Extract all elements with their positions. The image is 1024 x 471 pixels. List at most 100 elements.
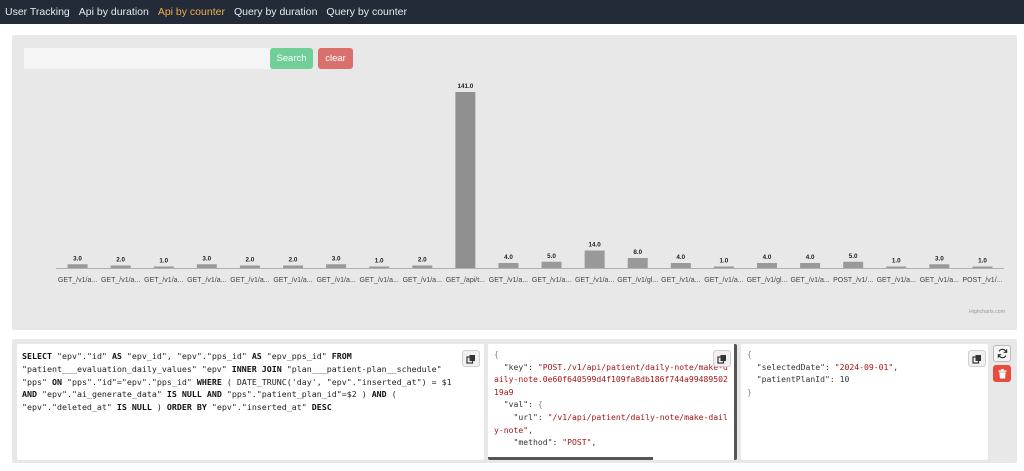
chart-bar[interactable] bbox=[757, 263, 777, 268]
sql-keyword: AS bbox=[111, 351, 122, 361]
delete-button[interactable] bbox=[993, 365, 1011, 382]
key-json-text: { "key": "POST./v1/api/patient/daily-not… bbox=[494, 349, 728, 448]
sql-keyword: SELECT bbox=[22, 351, 52, 361]
nav-api-by-counter[interactable]: Api by counter bbox=[158, 6, 225, 18]
sql-fragment: ( DATE_TRUNC('day', "epv"."inserted_at")… bbox=[221, 376, 452, 387]
patient-plan-id-value: 10 bbox=[839, 374, 850, 385]
copy-key-button[interactable] bbox=[713, 350, 731, 367]
chart-panel: Search clear 3.0 GET_/v1/a... 2.0 GET_/v1/a… bbox=[12, 35, 1017, 330]
bar-value-label: 4.0 bbox=[763, 254, 772, 261]
x-tick-label: GET_/v1/a... bbox=[273, 277, 312, 284]
x-tick-label: GET_/v1/a... bbox=[661, 277, 700, 284]
nav-api-by-duration[interactable]: Api by duration bbox=[79, 6, 149, 18]
x-tick-label: GET_/v1/a... bbox=[187, 277, 226, 284]
sql-fragment: "epv"."id" bbox=[51, 351, 112, 361]
sql-keyword: INNER JOIN bbox=[231, 363, 282, 374]
sql-keyword: AND bbox=[371, 389, 387, 400]
copy-params-button[interactable] bbox=[968, 350, 986, 367]
chart-bar[interactable] bbox=[455, 92, 476, 268]
chart-bar[interactable] bbox=[800, 263, 821, 268]
chart-bar[interactable] bbox=[283, 265, 303, 268]
params-json-box: { "selectedDate": "2024-09-01", "patient… bbox=[741, 344, 988, 460]
selected-date-value: "2024-09-01" bbox=[834, 361, 894, 372]
chart-bar[interactable] bbox=[110, 265, 131, 268]
chart-bar[interactable] bbox=[326, 264, 347, 268]
sql-fragment: "epv_pps_id" bbox=[261, 351, 332, 361]
chart-bar[interactable] bbox=[196, 264, 217, 268]
sql-box: SELECT "epv"."id" AS "epv_id", "epv"."pp… bbox=[17, 344, 484, 460]
x-tick-label: GET_/v1/gl... bbox=[747, 277, 788, 284]
x-tick-label: GET_/v1/a... bbox=[316, 277, 355, 284]
chart-bar[interactable] bbox=[412, 265, 433, 268]
copy-icon bbox=[466, 354, 475, 364]
x-tick-label: GET_/v1/a... bbox=[360, 277, 399, 284]
chart-bar[interactable] bbox=[713, 266, 734, 269]
chart-bar[interactable] bbox=[67, 264, 88, 268]
x-tick-label: GET_/v1/a... bbox=[790, 277, 829, 284]
bar-value-label: 1.0 bbox=[159, 258, 168, 265]
x-tick-label: GET_/v1/a... bbox=[575, 277, 614, 284]
chart-bar[interactable] bbox=[153, 266, 174, 269]
x-tick-label: GET_/v1/a... bbox=[230, 277, 269, 284]
x-tick-label: POST_/v1/... bbox=[962, 277, 1002, 284]
copy-sql-button[interactable] bbox=[462, 350, 480, 367]
chart-bar[interactable] bbox=[239, 265, 260, 268]
chart-bar[interactable] bbox=[843, 261, 864, 268]
bar-value-label: 14.0 bbox=[589, 242, 602, 249]
bar-value-label: 3.0 bbox=[935, 255, 944, 262]
trash-icon bbox=[997, 368, 1007, 378]
bar-chart: 3.0 GET_/v1/a... 2.0 GET_/v1/a... 1.0 GET_/v1… bbox=[56, 83, 1005, 315]
key-value: "POST./v1/api/patient/daily-note/make-da… bbox=[494, 361, 728, 397]
bar-value-label: 4.0 bbox=[504, 254, 513, 261]
bar-value-label: 8.0 bbox=[633, 249, 642, 256]
x-tick-label: GET_/api/t... bbox=[446, 277, 485, 284]
x-tick-label: GET_/v1/a... bbox=[532, 277, 571, 284]
chart-bar[interactable] bbox=[498, 263, 519, 268]
refresh-icon bbox=[997, 348, 1007, 359]
copy-icon bbox=[972, 354, 981, 364]
x-tick-label: GET_/v1/a... bbox=[877, 277, 916, 284]
nav-query-by-duration[interactable]: Query by duration bbox=[234, 6, 317, 18]
bar-value-label: 2.0 bbox=[116, 257, 125, 264]
chart-bar[interactable] bbox=[929, 264, 950, 268]
nav-user-tracking[interactable]: User Tracking bbox=[5, 6, 70, 18]
bar-value-label: 1.0 bbox=[892, 258, 901, 265]
chart-bar[interactable] bbox=[670, 263, 691, 268]
sql-fragment: "pps"."id"="epv"."pps_id" bbox=[61, 376, 197, 387]
sql-keyword: IS NULL bbox=[116, 402, 152, 413]
x-tick-label: GET_/v1/a... bbox=[403, 277, 442, 284]
sql-keyword: WHERE bbox=[196, 376, 222, 387]
bar-value-label: 3.0 bbox=[332, 255, 341, 262]
sql-fragment: ) bbox=[151, 402, 167, 413]
nav-query-by-counter[interactable]: Query by counter bbox=[326, 6, 407, 18]
refresh-button[interactable] bbox=[993, 345, 1011, 362]
chart-bar[interactable] bbox=[627, 258, 648, 268]
chart-bar[interactable] bbox=[886, 266, 907, 269]
chart-bar[interactable] bbox=[972, 266, 993, 269]
bar-value-label: 1.0 bbox=[978, 258, 987, 265]
chart-bar[interactable] bbox=[541, 261, 562, 268]
sql-fragment: "pps"."patient_plan_id"=$2 ) bbox=[221, 389, 372, 400]
sql-fragment: "epv_id", "epv"."pps_id" bbox=[121, 351, 252, 361]
sql-keyword: AND bbox=[22, 389, 37, 400]
copy-icon bbox=[717, 354, 726, 364]
top-nav: User Tracking Api by duration Api by cou… bbox=[0, 0, 1024, 24]
x-tick-label: GET_/v1/a... bbox=[101, 277, 140, 284]
sql-keyword: AS bbox=[251, 351, 262, 361]
chart-bar[interactable] bbox=[584, 250, 605, 268]
horizontal-scrollbar[interactable] bbox=[488, 457, 653, 460]
params-json-text: { "selectedDate": "2024-09-01", "patient… bbox=[747, 349, 899, 397]
sql-keyword: DESC bbox=[311, 402, 332, 413]
query-detail-panel: SELECT "epv"."id" AS "epv_id", "epv"."pp… bbox=[12, 339, 1017, 463]
chart-credit[interactable]: Highcharts.com bbox=[969, 309, 1005, 315]
x-tick-label: GET_/v1/a... bbox=[58, 277, 97, 284]
sql-fragment: "patient___evaluation_daily_values" "epv… bbox=[22, 363, 232, 374]
sql-keyword: FROM bbox=[331, 351, 352, 361]
chart-bar[interactable] bbox=[369, 266, 390, 269]
bar-value-label: 2.0 bbox=[246, 257, 255, 264]
sql-fragment: "epv"."ai_generate_data" bbox=[37, 389, 167, 400]
bar-value-label: 2.0 bbox=[289, 257, 298, 264]
bar-value-label: 1.0 bbox=[375, 258, 384, 265]
x-tick-label: GET_/v1/a... bbox=[144, 277, 183, 284]
sql-keyword: ON bbox=[51, 376, 62, 387]
